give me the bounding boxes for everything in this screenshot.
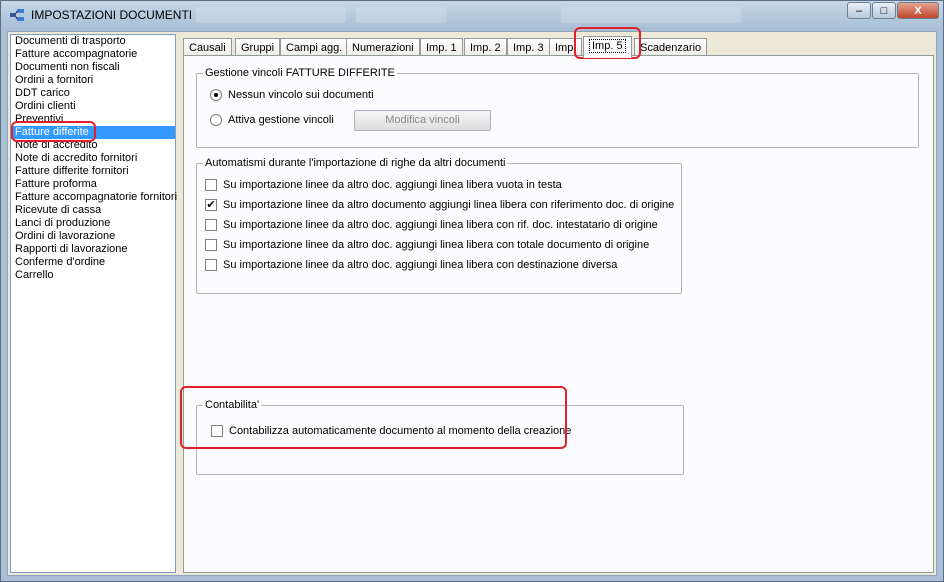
vincoli-group-title: Gestione vincoli FATTURE DIFFERITE [203,67,397,79]
automatismo-label: Su importazione linee da altro doc. aggi… [223,179,562,191]
tab-label: Numerazioni [352,42,414,54]
background-taskbar-ghost [196,7,346,23]
doc-list-item[interactable]: Conferme d'ordine [11,256,175,269]
close-button[interactable]: X [897,2,939,19]
tab-label: Imp. 3 [513,42,544,54]
tab-label: Gruppi [241,42,275,54]
tab-label: Imp. 2 [470,42,501,54]
doc-list-item[interactable]: Note di accredito [11,139,175,152]
radio-enable-label: Attiva gestione vincoli [228,114,334,126]
radio-button[interactable] [210,89,222,101]
contabilizza-label: Contabilizza automaticamente documento a… [229,425,572,437]
doc-list-item[interactable]: Ordini di lavorazione [11,230,175,243]
automatismo-option[interactable]: ✔ Su importazione linee da altro document… [205,199,674,211]
contabilita-group: Contabilita' Contabilizza automaticament… [196,399,684,475]
checkbox[interactable] [205,259,217,271]
doc-list-item[interactable]: Ordini a fornitori [11,74,175,87]
automatismo-option[interactable]: Su importazione linee da altro doc. aggi… [205,219,658,231]
doc-list-item[interactable]: Fatture accompagnatorie [11,48,175,61]
radio-button[interactable] [210,114,222,126]
background-taskbar-ghost [356,7,446,23]
checkbox[interactable] [205,179,217,191]
automatismo-label: Su importazione linee da altro doc. aggi… [223,239,650,251]
doc-list-item[interactable]: Note di accredito fornitori [11,152,175,165]
checkbox[interactable] [211,425,223,437]
minimize-button[interactable]: – [847,2,871,19]
app-window: IMPOSTAZIONI DOCUMENTI – □ X Documenti d… [0,0,944,582]
automatismo-label: Su importazione linee da altro doc. aggi… [223,219,658,231]
checkbox[interactable] [205,219,217,231]
doc-list-item[interactable]: Ricevute di cassa [11,204,175,217]
contabilita-group-title: Contabilita' [203,399,262,411]
doc-list-item[interactable]: Carrello [11,269,175,282]
tab-label: Imp. 5 [589,39,626,53]
doc-list-item[interactable]: Documenti non fiscali [11,61,175,74]
doc-list-item[interactable]: Rapporti di lavorazione [11,243,175,256]
automatismi-group: Automatismi durante l'importazione di ri… [196,157,682,294]
tab-label: Causali [189,42,226,54]
app-icon [10,9,24,21]
radio-enable[interactable]: Attiva gestione vincoli [210,114,334,126]
automatismi-group-title: Automatismi durante l'importazione di ri… [203,157,508,169]
checkbox[interactable]: ✔ [205,199,217,211]
doc-list-item[interactable]: Preventivi [11,113,175,126]
tab-imp-5[interactable]: Imp. 5 [583,36,632,58]
client-area: Documenti di trasporto Fatture accompagna… [7,27,937,576]
radio-none[interactable]: Nessun vincolo sui documenti [210,89,374,101]
doc-list-item[interactable]: Lanci di produzione [11,217,175,230]
tab-label: Campi agg. [286,42,343,54]
vincoli-group: Gestione vincoli FATTURE DIFFERITE Nessu… [196,67,919,148]
contabilizza-option[interactable]: Contabilizza automaticamente documento a… [211,425,571,437]
doc-list-item[interactable]: Ordini clienti [11,100,175,113]
document-type-list[interactable]: Documenti di trasporto Fatture accompagna… [10,34,177,573]
tab-label: Imp. 1 [426,42,457,54]
radio-none-label: Nessun vincolo sui documenti [228,89,374,101]
modify-vincoli-button[interactable]: Modifica vincoli [354,110,491,131]
automatismo-option[interactable]: Su importazione linee da altro doc. aggi… [205,179,562,191]
doc-list-item[interactable]: Documenti di trasporto [11,35,175,48]
checkbox[interactable] [205,239,217,251]
background-taskbar-ghost [561,7,741,23]
tab-panel-imp5: Gestione vincoli FATTURE DIFFERITE Nessu… [183,55,934,573]
tab-label: Scadenzario [640,42,702,54]
doc-list-item[interactable]: Fatture accompagnatorie fornitori [11,191,177,204]
automatismo-option[interactable]: Su importazione linee da altro doc. aggi… [205,239,649,251]
automatismo-label: Su importazione linee da altro documento… [223,199,675,211]
doc-list-item[interactable]: Fatture differite [11,126,175,139]
tab-label: Imp. [555,42,577,54]
doc-list-item[interactable]: DDT carico [11,87,175,100]
automatismo-label: Su importazione linee da altro doc. aggi… [223,259,618,271]
maximize-button[interactable]: □ [872,2,896,19]
automatismo-option[interactable]: Su importazione linee da altro doc. aggi… [205,259,617,271]
title-bar[interactable]: IMPOSTAZIONI DOCUMENTI – □ X [1,1,943,29]
window-title: IMPOSTAZIONI DOCUMENTI [31,8,193,22]
doc-list-item[interactable]: Fatture proforma [11,178,175,191]
doc-list-item[interactable]: Fatture differite fornitori [11,165,175,178]
